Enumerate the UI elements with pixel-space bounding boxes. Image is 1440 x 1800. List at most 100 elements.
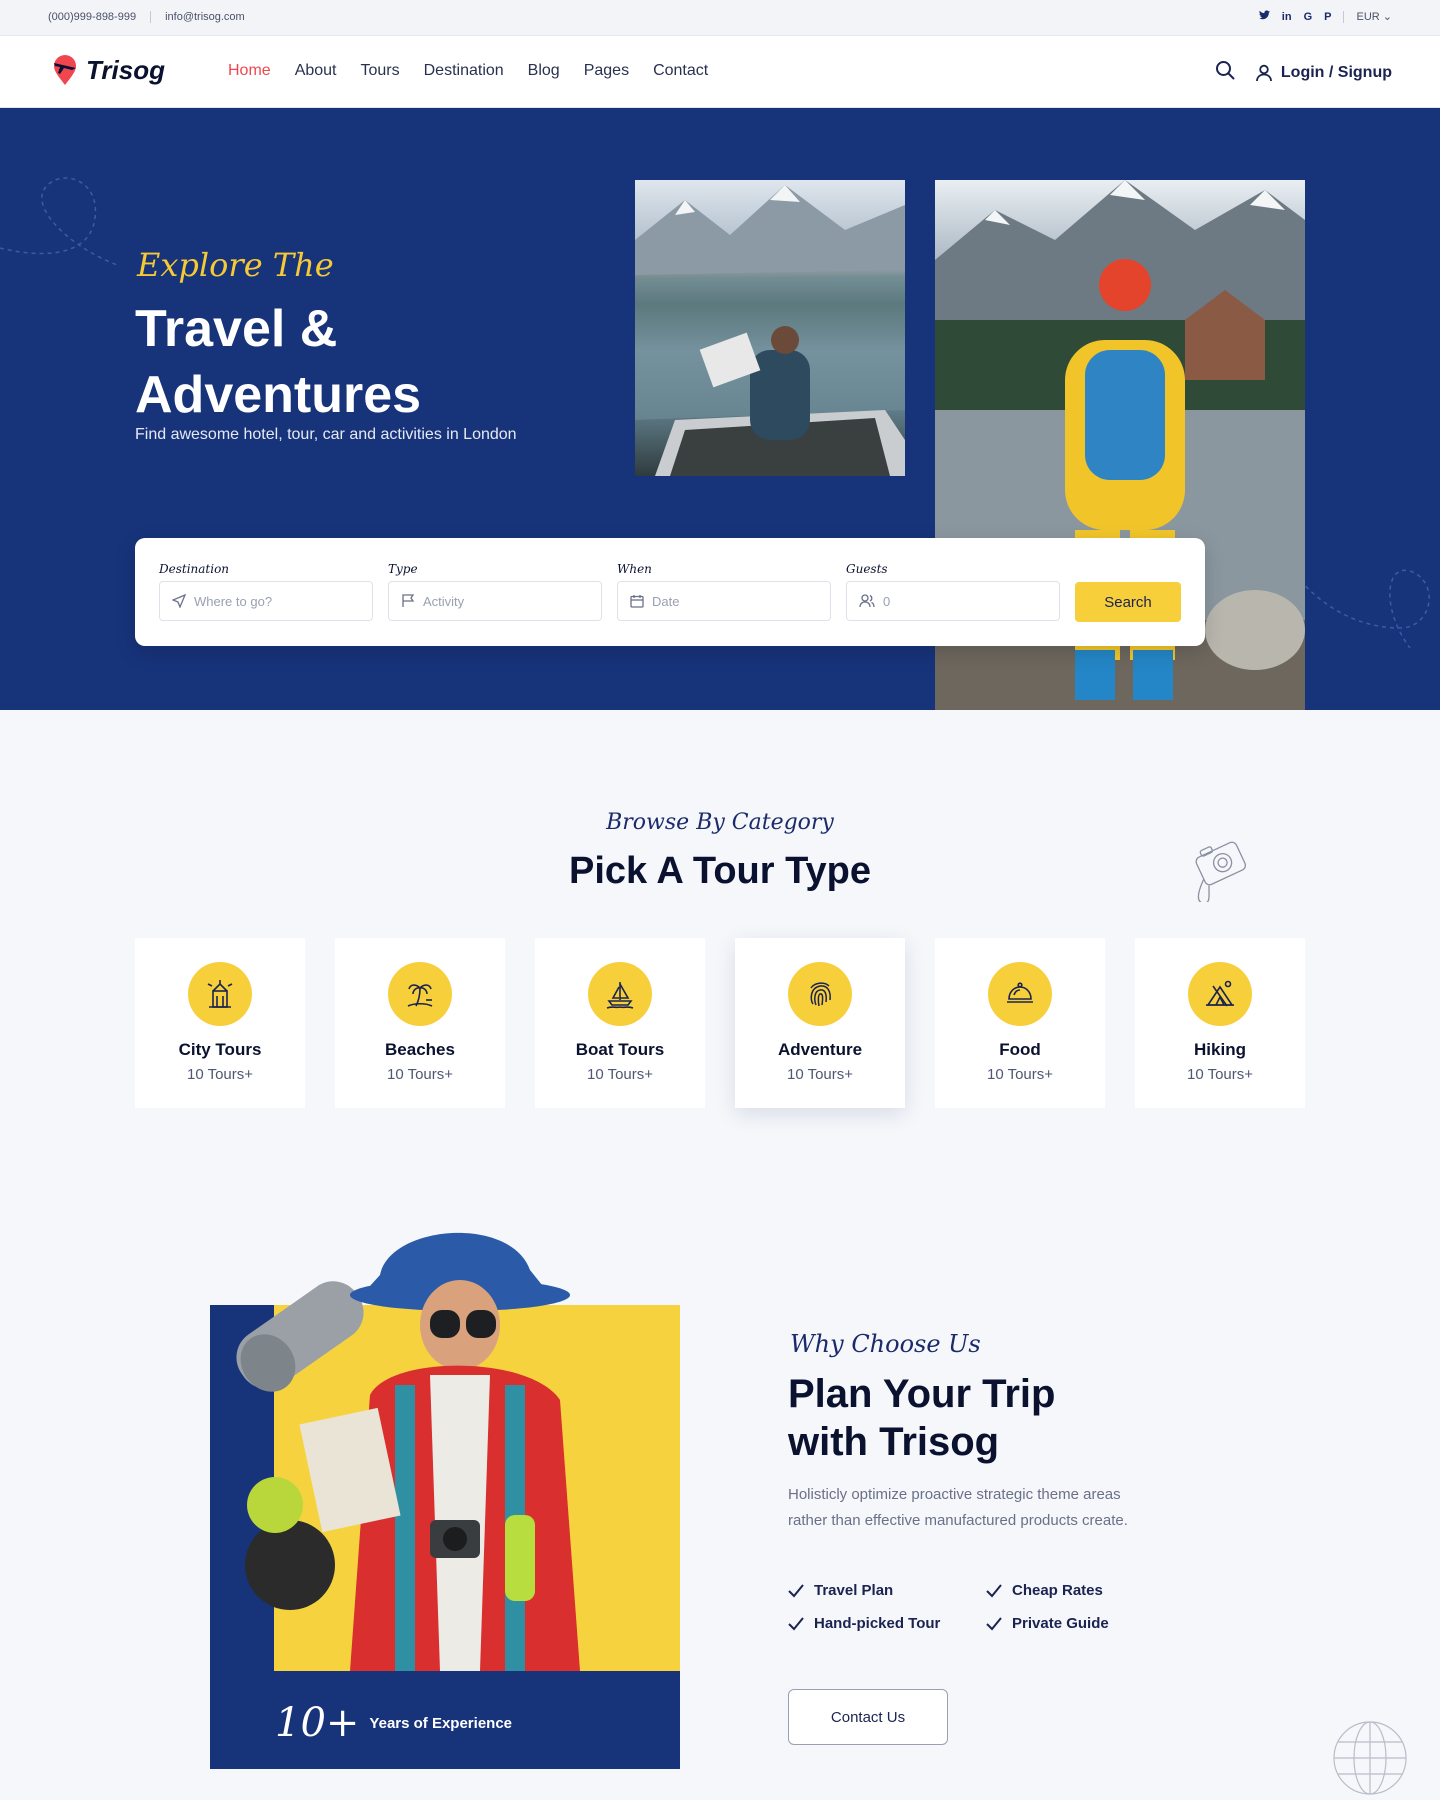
feature-item: Cheap Rates xyxy=(986,1582,1176,1599)
hero-photo-boat xyxy=(635,180,905,476)
feature-label: Cheap Rates xyxy=(1012,1582,1103,1599)
category-card-adventure[interactable]: Adventure 10 Tours+ xyxy=(735,938,905,1108)
hero-title-line1: Travel & xyxy=(135,300,338,358)
dotted-path-decoration xyxy=(0,177,121,267)
feature-label: Travel Plan xyxy=(814,1582,894,1599)
search-button[interactable]: Search xyxy=(1075,582,1181,622)
guests-field-group: Guests 0 xyxy=(846,562,1060,621)
category-count: 10 Tours+ xyxy=(386,1066,454,1083)
linkedin-icon[interactable]: in xyxy=(1282,11,1292,23)
login-label: Login / Signup xyxy=(1280,63,1392,81)
category-icon-circle xyxy=(788,962,852,1026)
tour-type-cards: City Tours 10 Tours+ Beaches 10 Tours+ B… xyxy=(135,938,1305,1108)
guests-input[interactable]: 0 xyxy=(846,581,1060,621)
category-name: Food xyxy=(999,1040,1041,1059)
nav-tours[interactable]: Tours xyxy=(361,62,400,80)
category-name: Boat Tours xyxy=(575,1040,665,1059)
category-icon-circle xyxy=(1188,962,1252,1026)
experience-number: 10+ xyxy=(275,1700,360,1746)
email-address[interactable]: info@trisog.com xyxy=(165,11,245,23)
dotted-path-decoration xyxy=(1290,567,1430,649)
currency-select[interactable]: EUR ⌄ xyxy=(1356,10,1392,23)
category-card-boat-tours[interactable]: Boat Tours 10 Tours+ xyxy=(535,938,705,1108)
why-title-line2: with Trisog xyxy=(788,1420,1000,1464)
hero-script-heading: Explore The xyxy=(137,246,334,284)
users-icon xyxy=(859,594,875,608)
destination-input[interactable]: Where to go? xyxy=(159,581,373,621)
traveler-photo xyxy=(236,1232,580,1671)
contact-us-button[interactable]: Contact Us xyxy=(788,1689,948,1745)
nav-pages[interactable]: Pages xyxy=(584,62,629,80)
category-card-hiking[interactable]: Hiking 10 Tours+ xyxy=(1135,938,1305,1108)
logo-text: Trisog xyxy=(86,54,165,85)
category-card-food[interactable]: Food 10 Tours+ xyxy=(935,938,1105,1108)
category-name: Beaches xyxy=(385,1040,455,1059)
twitter-icon[interactable] xyxy=(1258,10,1270,23)
guests-placeholder: 0 xyxy=(883,593,891,609)
category-icon-circle xyxy=(588,962,652,1026)
pinterest-icon[interactable]: P xyxy=(1324,11,1331,23)
category-icon-circle xyxy=(388,962,452,1026)
feature-item: Hand-picked Tour xyxy=(788,1615,986,1632)
camera-icon xyxy=(1195,841,1247,902)
logo[interactable]: Trisog xyxy=(50,54,165,86)
main-nav: Home About Tours Destination Blog Pages … xyxy=(228,62,708,80)
nav-contact[interactable]: Contact xyxy=(653,62,708,80)
hero-section: Explore The Travel & Adventures Find awe… xyxy=(0,108,1440,710)
when-input[interactable]: Date xyxy=(617,581,831,621)
when-field-group: When Date xyxy=(617,562,831,621)
google-icon[interactable]: G xyxy=(1304,11,1313,23)
divider xyxy=(1343,10,1345,23)
why-title: Plan Your Trip with Trisog xyxy=(788,1370,1055,1466)
category-icon-circle xyxy=(988,962,1052,1026)
hero-title: Travel & Adventures xyxy=(135,296,421,428)
search-icon[interactable] xyxy=(1215,60,1235,85)
experience-badge: 10+ Years of Experience xyxy=(275,1700,512,1746)
main-header: Trisog Home About Tours Destination Blog… xyxy=(0,36,1440,108)
nav-about[interactable]: About xyxy=(295,62,337,80)
calendar-icon xyxy=(630,595,644,608)
search-card: Destination Where to go? Type Activity W… xyxy=(135,538,1205,646)
phone-number[interactable]: (000)999-898-999 xyxy=(48,11,136,23)
feature-item: Private Guide xyxy=(986,1615,1176,1632)
hot-air-balloon-icon xyxy=(1333,1721,1407,1795)
flag-icon xyxy=(402,594,415,607)
type-input[interactable]: Activity xyxy=(388,581,602,621)
category-count: 10 Tours+ xyxy=(1186,1066,1254,1083)
nav-destination[interactable]: Destination xyxy=(424,62,504,80)
feature-item: Travel Plan xyxy=(788,1582,986,1599)
category-card-city-tours[interactable]: City Tours 10 Tours+ xyxy=(135,938,305,1108)
experience-label: Years of Experience xyxy=(369,1714,513,1732)
nav-blog[interactable]: Blog xyxy=(528,62,560,80)
palm-tree-icon xyxy=(407,984,433,1007)
when-label: When xyxy=(617,562,652,576)
why-title-line1: Plan Your Trip xyxy=(788,1372,1056,1416)
logo-icon xyxy=(54,55,76,85)
category-name: Hiking xyxy=(1194,1040,1246,1059)
category-name: Adventure xyxy=(777,1040,863,1059)
hero-title-line2: Adventures xyxy=(135,366,422,424)
check-icon xyxy=(788,1616,804,1630)
category-card-beaches[interactable]: Beaches 10 Tours+ xyxy=(335,938,505,1108)
destination-field-group: Destination Where to go? xyxy=(159,562,373,621)
type-placeholder: Activity xyxy=(423,593,465,609)
destination-label: Destination xyxy=(159,562,230,576)
feature-label: Hand-picked Tour xyxy=(814,1615,941,1632)
category-count: 10 Tours+ xyxy=(986,1066,1054,1083)
sailboat-icon xyxy=(606,982,634,1009)
chevron-down-icon: ⌄ xyxy=(1382,11,1392,23)
type-label: Type xyxy=(388,562,418,576)
category-count: 10 Tours+ xyxy=(186,1066,254,1083)
tent-icon xyxy=(1206,980,1234,1007)
why-script-heading: Why Choose Us xyxy=(790,1330,981,1358)
nav-home[interactable]: Home xyxy=(228,62,271,80)
category-icon-circle xyxy=(188,962,252,1026)
login-button[interactable]: Login / Signup xyxy=(1255,64,1392,82)
category-count: 10 Tours+ xyxy=(586,1066,654,1083)
fingerprint-icon xyxy=(810,982,831,1007)
check-icon xyxy=(986,1616,1002,1630)
user-icon xyxy=(1256,64,1272,81)
divider xyxy=(150,11,152,23)
hero-subtitle: Find awesome hotel, tour, car and activi… xyxy=(135,426,517,443)
check-icon xyxy=(986,1583,1002,1597)
